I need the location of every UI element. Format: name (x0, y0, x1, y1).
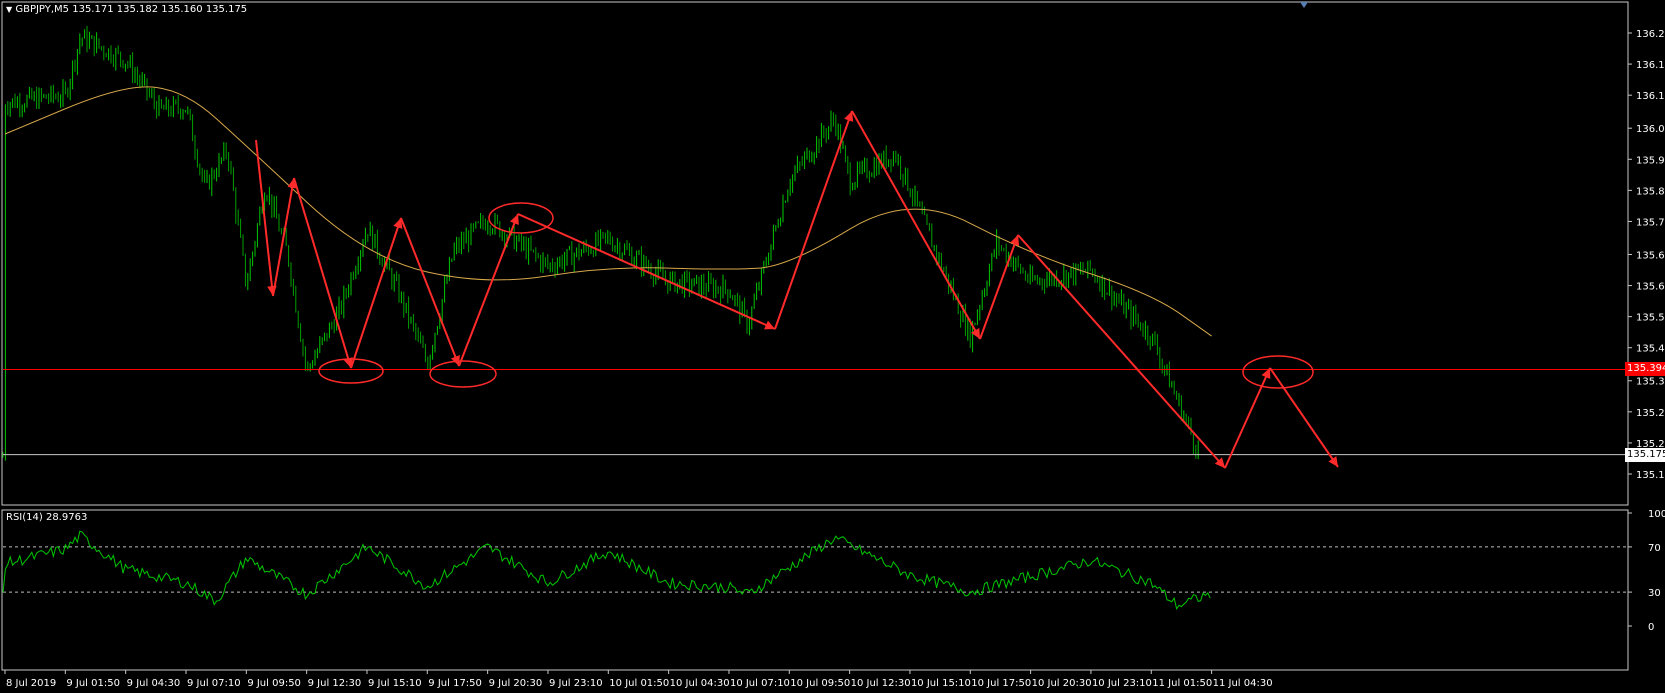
rsi-tick-label: 30 (1648, 588, 1661, 599)
window-shift-marker-icon[interactable] (1300, 2, 1308, 8)
symbol-info: ▼ GBPJPY,M5 135.171 135.182 135.160 135.… (6, 4, 247, 15)
time-tick-label: 8 Jul 2019 (6, 678, 56, 689)
time-tick-label: 10 Jul 01:50 (609, 678, 669, 689)
price-tick-label: 136.260 (1636, 29, 1665, 40)
time-tick-label: 10 Jul 12:30 (851, 678, 911, 689)
time-tick-label: 10 Jul 17:50 (971, 678, 1031, 689)
rsi-pane-border (1, 509, 1629, 671)
time-tick-label: 9 Jul 20:30 (489, 678, 543, 689)
price-tick-label: 135.365 (1636, 377, 1665, 388)
price-tick-label: 135.935 (1636, 155, 1665, 166)
rsi-label: RSI(14) 28.9763 (6, 512, 88, 523)
time-tick-label: 9 Jul 15:10 (368, 678, 422, 689)
price-tick-label: 135.450 (1636, 344, 1665, 355)
time-tick-label: 10 Jul 20:30 (1032, 678, 1092, 689)
chart-canvas: 136.260 136.180 136.100 136.015 135.935 135.8… (1, 1, 1665, 689)
rsi-axis: 100 70 30 0 (1628, 509, 1665, 633)
annotation-ellipse (488, 202, 554, 234)
support-price-tag: 135.394 (1625, 362, 1665, 377)
time-tick-label: 11 Jul 01:50 (1152, 678, 1212, 689)
annotation-ellipse (429, 360, 497, 388)
annotation-trend-line (517, 213, 776, 330)
time-tick-label: 9 Jul 07:10 (187, 678, 241, 689)
annotation-ellipse (1242, 355, 1314, 389)
price-tick-label: 135.125 (1636, 470, 1665, 481)
price-axis: 136.260 136.180 136.100 136.015 135.935 135.8… (1628, 29, 1665, 481)
time-tick-label: 10 Jul 04:30 (670, 678, 730, 689)
ohlc-values: 135.171 135.182 135.160 135.175 (72, 4, 248, 15)
annotation-trend-line (400, 217, 460, 367)
time-tick-label: 9 Jul 23:10 (549, 678, 603, 689)
candlestick-series (2, 25, 1199, 461)
rsi-line (2, 530, 1211, 611)
annotation-trend-line (350, 217, 402, 369)
price-tick-label: 135.530 (1636, 313, 1665, 324)
rsi-tick-label: 0 (1648, 622, 1654, 633)
symbol-dropdown-icon[interactable]: ▼ (6, 5, 12, 14)
rsi-tick-label: 100 (1648, 509, 1665, 520)
arrowhead-icon (1328, 456, 1338, 467)
price-tick-label: 135.610 (1636, 282, 1665, 293)
time-axis: 8 Jul 2019 9 Jul 01:50 9 Jul 04:30 9 Jul 07… (4, 670, 1273, 689)
annotation-trend-line (1017, 234, 1226, 469)
price-tick-label: 136.180 (1636, 60, 1665, 71)
symbol-timeframe: GBPJPY,M5 (15, 4, 70, 15)
time-tick-label: 9 Jul 17:50 (428, 678, 482, 689)
annotation-trend-line (774, 110, 853, 330)
annotation-trend-line (458, 213, 519, 367)
price-tick-label: 136.015 (1636, 124, 1665, 135)
time-tick-label: 9 Jul 12:30 (308, 678, 362, 689)
time-tick-label: 9 Jul 09:50 (247, 678, 301, 689)
main-pane-border (1, 1, 1629, 506)
price-tick-label: 136.100 (1636, 91, 1665, 102)
price-tick-label: 135.855 (1636, 186, 1665, 197)
rsi-tick-label: 70 (1648, 543, 1661, 554)
time-tick-label: 10 Jul 09:50 (790, 678, 850, 689)
price-tick-label: 135.690 (1636, 250, 1665, 261)
time-tick-label: 11 Jul 04:30 (1213, 678, 1273, 689)
time-tick-label: 10 Jul 23:10 (1092, 678, 1152, 689)
time-tick-label: 9 Jul 04:30 (127, 678, 181, 689)
annotation-trend-line (1224, 367, 1271, 469)
annotation-trend-line (851, 110, 981, 340)
time-tick-label: 9 Jul 01:50 (66, 678, 120, 689)
rsi-info: RSI(14) 28.9763 (6, 512, 87, 523)
price-tick-label: 135.775 (1636, 217, 1665, 228)
moving-average-line (4, 86, 1212, 337)
time-tick-label: 10 Jul 15:10 (911, 678, 971, 689)
current-price-tag: 135.175 (1625, 447, 1665, 462)
time-tick-label: 10 Jul 07:10 (730, 678, 790, 689)
price-tick-label: 135.285 (1636, 408, 1665, 419)
